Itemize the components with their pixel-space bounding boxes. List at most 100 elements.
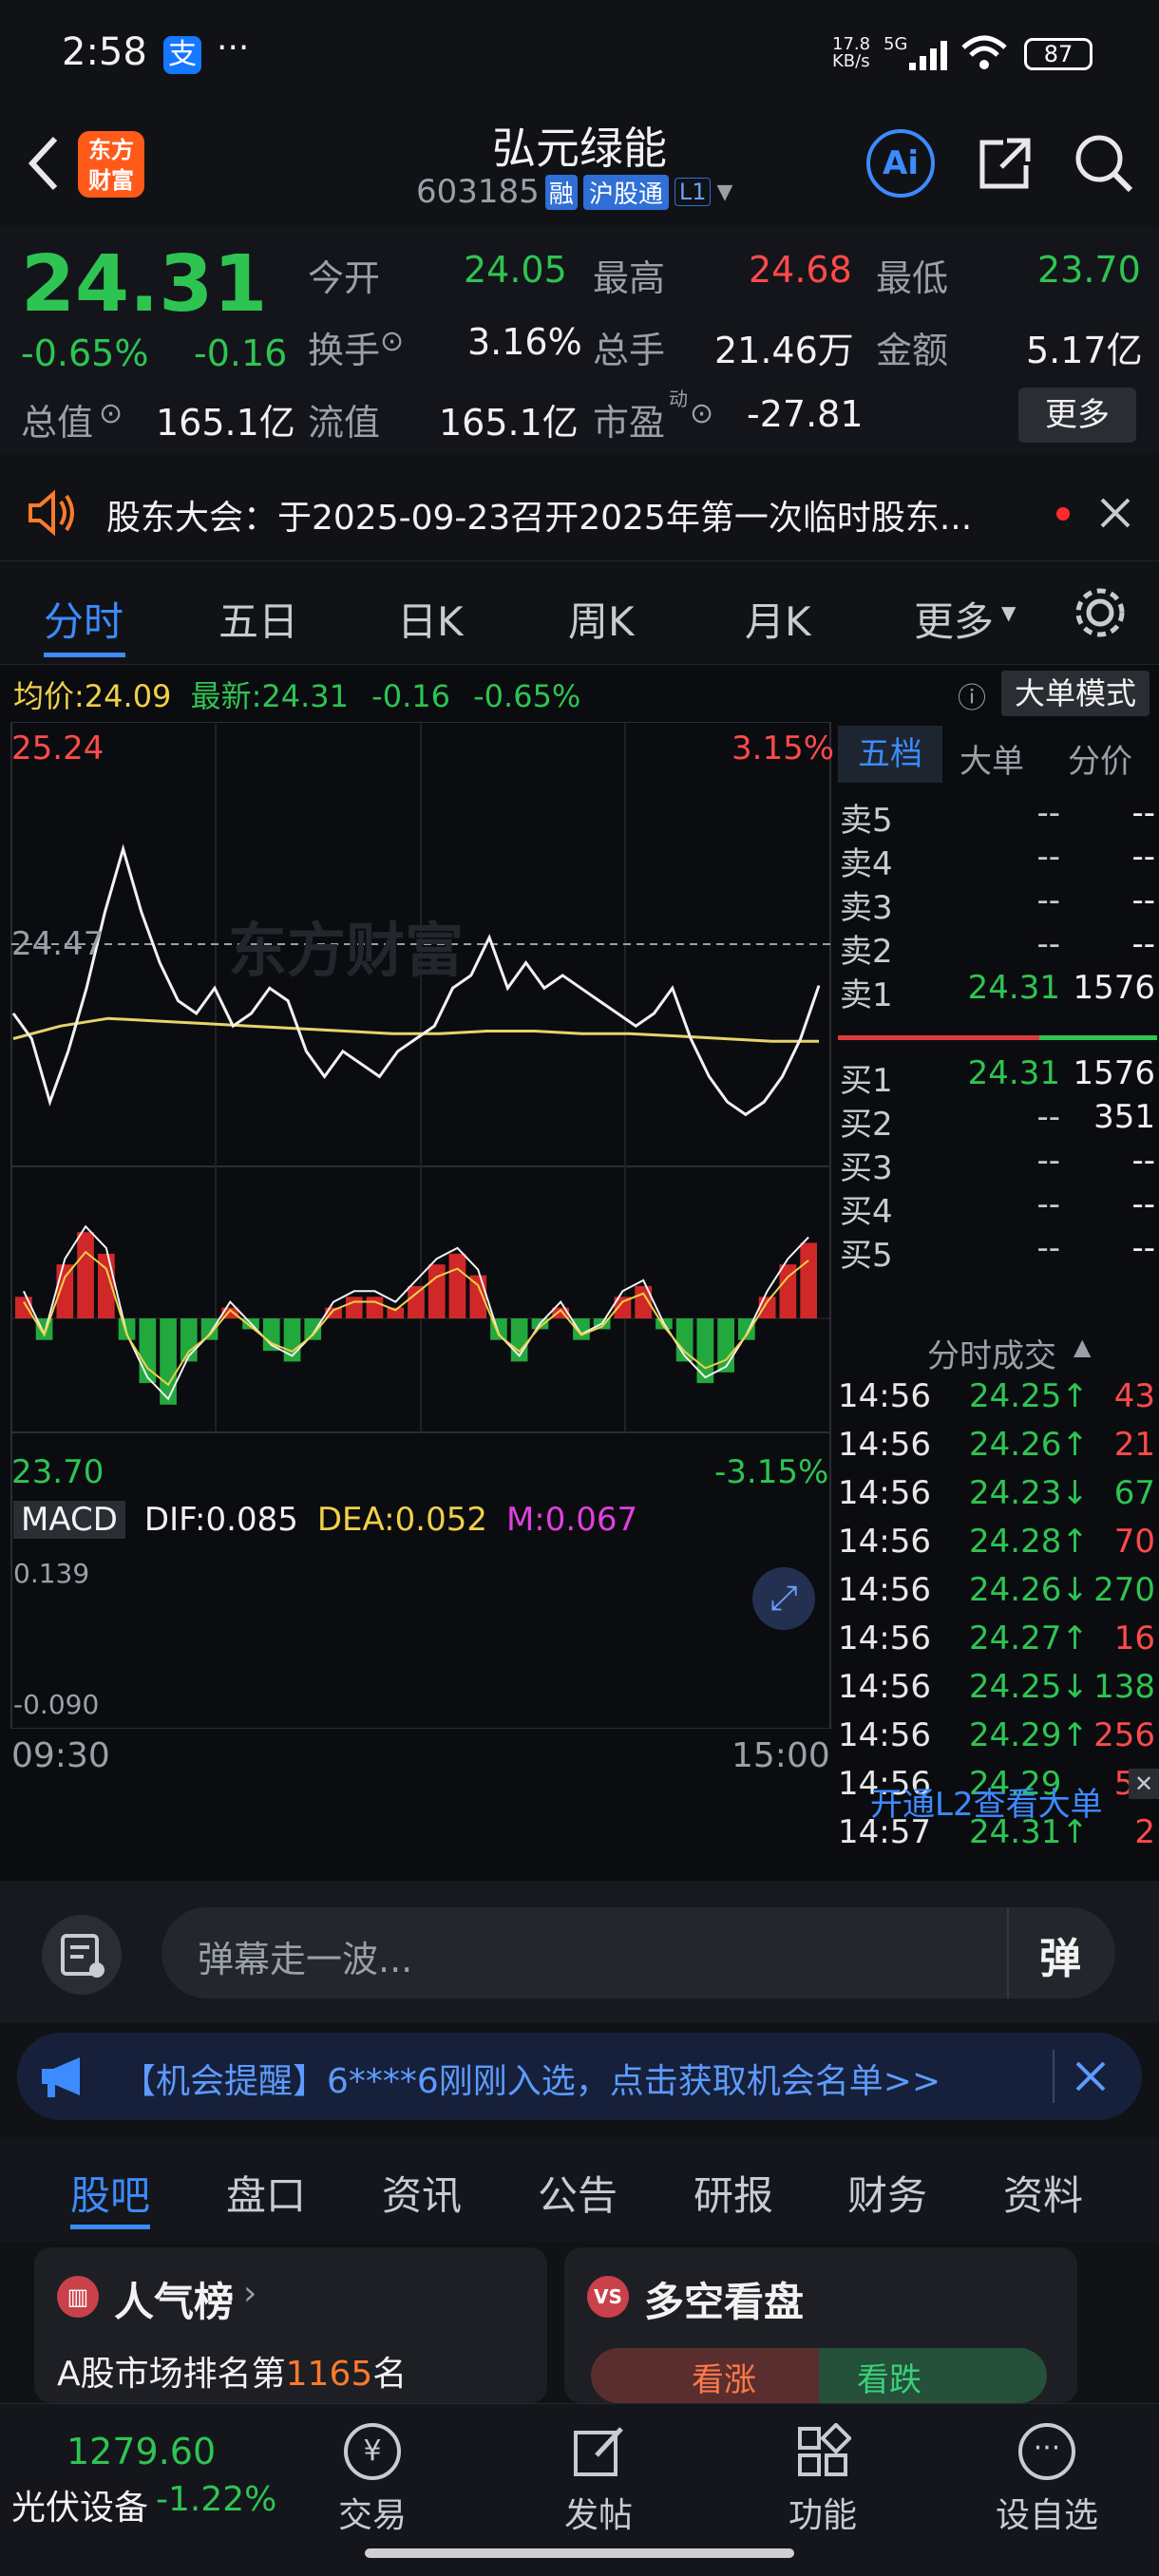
long-short-card[interactable]: VS 多空看盘 看涨 看跌: [564, 2247, 1077, 2403]
y-bottom-price: 23.70: [11, 1453, 104, 1491]
nav-functions[interactable]: 功能: [747, 2404, 899, 2537]
nav-add-watchlist[interactable]: ··· 设自选: [971, 2404, 1123, 2537]
divider: [1053, 2050, 1054, 2103]
tab-five-day[interactable]: 五日: [218, 590, 298, 648]
tick-time: 14:56: [838, 1523, 931, 1561]
volume-value: 21.46万: [714, 330, 854, 371]
close-icon[interactable]: [1074, 2059, 1108, 2093]
divider: [1007, 1907, 1009, 1998]
order-book-panel: 五档 大单 分价 卖5 -- -- 卖4 -- -- 卖3 -- -- 卖2 -…: [836, 722, 1159, 1851]
signal-icon: [909, 41, 947, 70]
vote-down-button[interactable]: 看跌: [819, 2348, 1047, 2403]
expand-icon[interactable]: ⤢: [752, 1567, 815, 1630]
big-order-mode-button[interactable]: 大单模式: [1001, 671, 1150, 716]
danmu-placeholder: 弹幕走一波...: [198, 1939, 413, 1980]
bids-level: 买5: [840, 1237, 893, 1275]
search-icon[interactable]: [1072, 131, 1136, 196]
asks-level: 卖4: [840, 845, 893, 883]
tick-time: 14:56: [838, 1619, 931, 1657]
tab-research[interactable]: 研报: [694, 2164, 773, 2222]
content-tabs: 股吧 盘口 资讯 公告 研报 财务 资料: [0, 2137, 1159, 2242]
tab-monthly-k[interactable]: 月K: [745, 590, 811, 648]
tick-time: 14:56: [838, 1474, 931, 1512]
info-icon[interactable]: ⊙: [99, 397, 123, 430]
tick-row: 14:56 24.25↑ 43: [836, 1377, 1159, 1426]
tab-finance[interactable]: 财务: [847, 2164, 927, 2222]
high-label: 最高: [593, 257, 666, 299]
popularity-card[interactable]: ▥ 人气榜 › A股市场排名第1165名: [34, 2247, 547, 2403]
index-ticker[interactable]: 1279.60 光伏设备 -1.22%: [0, 2404, 285, 2547]
help-icon[interactable]: ⓘ: [958, 674, 986, 716]
close-icon[interactable]: ✕: [1129, 1769, 1159, 1799]
vs-icon: VS: [587, 2276, 629, 2318]
tick-price: 24.25↑: [969, 1377, 1089, 1415]
tag-hgt: 沪股通: [582, 174, 669, 210]
nav-functions-label: 功能: [788, 2496, 857, 2535]
vote-up-button[interactable]: 看涨: [591, 2348, 819, 2403]
index-change: -1.22%: [156, 2480, 277, 2519]
avg-value: 24.09: [84, 678, 172, 714]
volume-label: 总手: [593, 330, 666, 371]
bids-level: 买2: [840, 1106, 893, 1144]
bids-row: 买5 -- --: [836, 1229, 1159, 1275]
speaker-icon: [28, 489, 74, 537]
macd-bar: [758, 1297, 776, 1318]
tab-price-dist[interactable]: 分价: [1068, 735, 1132, 782]
opportunity-banner[interactable]: 【机会提醒】6****6刚刚入选，点击获取机会名单>>: [17, 2033, 1142, 2120]
tab-profile[interactable]: 资料: [1003, 2164, 1083, 2222]
tab-more[interactable]: 更多: [914, 590, 994, 648]
brand-logo[interactable]: 东方财富: [78, 131, 144, 198]
bids-row: 买1 24.31 1576: [836, 1054, 1159, 1100]
last-value: 24.31: [261, 678, 349, 714]
ai-icon[interactable]: Ai: [866, 129, 935, 198]
tab-five-levels[interactable]: 五档: [838, 726, 942, 783]
tab-weekly-k[interactable]: 周K: [568, 590, 635, 648]
info-icon[interactable]: ⊙: [380, 325, 404, 358]
vote-down-label: 看跌: [857, 2361, 922, 2399]
last-price: 24.31: [21, 239, 268, 330]
caret-up-icon[interactable]: ▲: [1074, 1334, 1091, 1360]
tab-intraday[interactable]: 分时: [44, 590, 124, 648]
tab-announcements[interactable]: 公告: [538, 2164, 618, 2222]
macd-selector[interactable]: MACD: [13, 1501, 125, 1539]
gear-icon[interactable]: [1072, 584, 1129, 641]
nav-post[interactable]: 发帖: [522, 2404, 674, 2537]
bids-level: 买1: [840, 1062, 893, 1100]
info-icon[interactable]: ⊙: [690, 397, 713, 430]
nav-trade[interactable]: ¥ 交易: [296, 2404, 448, 2537]
asks-volume: --: [1131, 838, 1155, 876]
macd-bar: [717, 1318, 734, 1373]
tick-row: 14:56 24.23↓ 67: [836, 1474, 1159, 1523]
tab-guba[interactable]: 股吧: [70, 2164, 150, 2222]
back-arrow-icon[interactable]: [23, 133, 65, 194]
m-value: M:0.067: [505, 1501, 638, 1539]
rank-number: 1165: [285, 2355, 373, 2394]
tick-volume: 21: [1113, 1426, 1155, 1464]
tab-daily-k[interactable]: 日K: [397, 590, 464, 648]
y-top-price: 25.24: [11, 729, 104, 767]
bids-volume: 351: [1093, 1098, 1155, 1136]
share-icon[interactable]: [975, 133, 1036, 194]
notice-text[interactable]: 股东大会：于2025-09-23召开2025年第一次临时股东...: [106, 490, 972, 540]
danmu-list-icon[interactable]: [42, 1915, 122, 1995]
danmu-toggle-icon[interactable]: 弹: [1039, 1924, 1081, 1985]
tab-pankou[interactable]: 盘口: [226, 2164, 306, 2222]
bids-price: --: [1036, 1098, 1060, 1136]
vote-bar: 看涨 看跌: [591, 2348, 1047, 2403]
macd-bar: [428, 1264, 446, 1318]
tick-price: 24.26↓: [969, 1571, 1089, 1609]
bids-row: 买2 -- 351: [836, 1098, 1159, 1144]
danmu-input[interactable]: 弹幕走一波... 弹: [162, 1907, 1115, 1998]
caret-down-icon[interactable]: ▼: [716, 180, 732, 204]
rank-prefix: A股市场排名第: [57, 2355, 286, 2394]
macd-bar: [366, 1297, 384, 1318]
tab-big-order[interactable]: 大单: [960, 735, 1024, 782]
tab-news[interactable]: 资讯: [382, 2164, 462, 2222]
l2-upgrade-link[interactable]: 开通L2查看大单: [870, 1778, 1103, 1825]
close-icon[interactable]: [1098, 496, 1132, 530]
watermark: 东方财富: [228, 916, 464, 985]
banner-text[interactable]: 【机会提醒】6****6刚刚入选，点击获取机会名单>>: [122, 2054, 940, 2103]
more-button[interactable]: 更多: [1018, 388, 1136, 443]
pe-label: 市盈: [593, 402, 666, 444]
notice-bar[interactable]: 股东大会：于2025-09-23召开2025年第一次临时股东...: [0, 465, 1159, 560]
